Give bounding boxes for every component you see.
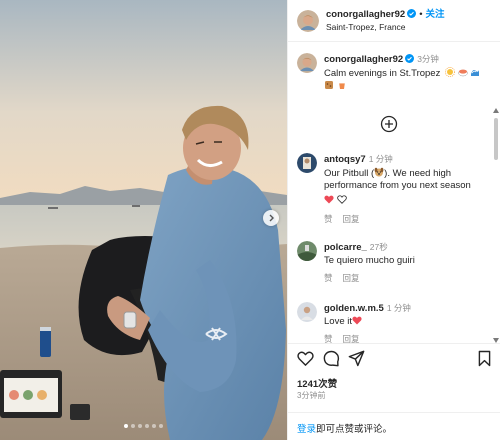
comment-body: polcarre_ 27秒 Te quiero mucho guiri 赞回复 bbox=[324, 241, 487, 285]
separator-dot: • bbox=[419, 8, 423, 20]
post-location[interactable]: Saint-Tropez, France bbox=[326, 21, 445, 34]
comment-like-button[interactable]: 赞 bbox=[324, 273, 333, 283]
comment-actions: 赞回复 bbox=[324, 272, 487, 285]
caption-body: conorgallagher92 3分钟 Calm evenings in St.… bbox=[324, 53, 487, 94]
post-action-bar bbox=[297, 350, 493, 368]
comment-username[interactable]: polcarre_ bbox=[324, 242, 367, 253]
like-heart-icon[interactable] bbox=[297, 350, 314, 367]
comment-reply-button[interactable]: 回复 bbox=[343, 214, 360, 224]
comment-reply-button[interactable]: 回复 bbox=[343, 273, 360, 283]
login-link[interactable]: 登录 bbox=[297, 424, 316, 435]
comment-like-button[interactable]: 赞 bbox=[324, 334, 333, 343]
sushi-icon bbox=[457, 69, 468, 76]
comment-time: 1 分钟 bbox=[386, 303, 411, 313]
login-prompt: 登录即可点赞或评论。 bbox=[288, 412, 500, 435]
post-photo[interactable] bbox=[0, 0, 287, 440]
author-avatar[interactable] bbox=[297, 9, 319, 32]
caption-avatar[interactable] bbox=[297, 53, 317, 73]
wave-icon bbox=[471, 69, 480, 76]
post-side-panel: conorgallagher92 • 关注 Saint-Tropez, France bbox=[287, 0, 500, 440]
red-heart-icon bbox=[324, 195, 334, 203]
carousel-dot[interactable] bbox=[124, 424, 128, 428]
beach-photo bbox=[0, 0, 287, 440]
dog-face-icon bbox=[374, 167, 384, 176]
comment-time: 27秒 bbox=[369, 242, 388, 252]
comment-item: golden.w.m.5 1 分钟 Love it 赞 回复 bbox=[297, 302, 487, 343]
follow-button[interactable]: 关注 bbox=[426, 9, 445, 20]
chevron-right-icon bbox=[269, 214, 274, 222]
author-avatar-image bbox=[297, 9, 319, 32]
comment-bubble-icon[interactable] bbox=[323, 350, 340, 367]
white-heart-icon bbox=[336, 194, 347, 204]
caption-username[interactable]: conorgallagher92 bbox=[324, 54, 403, 65]
comment-text: Love it bbox=[324, 315, 352, 327]
carousel-dot[interactable] bbox=[159, 424, 163, 428]
bookmark-icon[interactable] bbox=[476, 350, 493, 367]
comment-avatar-image bbox=[297, 241, 317, 261]
caption-verified-icon bbox=[405, 54, 415, 63]
comment-actions: 赞回复 bbox=[324, 213, 487, 226]
comment-text-part: Our Pitbull ( bbox=[324, 167, 375, 179]
comment-like-button[interactable]: 赞 bbox=[324, 214, 333, 224]
cookie-icon bbox=[325, 81, 333, 89]
caption-time: 3分钟 bbox=[417, 54, 439, 64]
comment-avatar[interactable] bbox=[297, 302, 317, 322]
comment-text: Te quiero mucho guiri bbox=[324, 254, 415, 266]
comment-reply-button[interactable]: 回复 bbox=[343, 334, 360, 343]
post-footer: 1241次赞 3分钟前 登录即可点赞或评论。 bbox=[288, 343, 500, 440]
load-more-comments-icon[interactable] bbox=[380, 115, 398, 133]
post-caption: conorgallagher92 3分钟 Calm evenings in St.… bbox=[297, 53, 487, 94]
carousel-dot[interactable] bbox=[138, 424, 142, 428]
carousel-indicator bbox=[0, 424, 287, 428]
comment-avatar-image bbox=[297, 153, 317, 173]
comment-username[interactable]: antoqsy7 bbox=[324, 154, 366, 165]
comment-body: antoqsy7 1 分钟 Our Pitbull (). We need hig… bbox=[324, 153, 487, 226]
comment-actions: 赞 回复 bbox=[324, 333, 487, 343]
carousel-dot[interactable] bbox=[152, 424, 156, 428]
share-paper-plane-icon[interactable] bbox=[348, 350, 365, 367]
login-prompt-text: 即可点赞或评论。 bbox=[316, 424, 393, 435]
comment-avatar-image bbox=[297, 302, 317, 322]
post-header-meta: conorgallagher92 • 关注 Saint-Tropez, France bbox=[326, 8, 445, 34]
instagram-post-modal: conorgallagher92 • 关注 Saint-Tropez, France bbox=[0, 0, 500, 440]
caption-avatar-image bbox=[297, 53, 317, 73]
sun-icon bbox=[444, 66, 455, 77]
comment-avatar[interactable] bbox=[297, 153, 317, 173]
comment-item: antoqsy7 1 分钟 Our Pitbull (). We need hig… bbox=[297, 153, 487, 226]
carousel-dot[interactable] bbox=[145, 424, 149, 428]
post-timestamp: 3分钟前 bbox=[297, 391, 326, 400]
drink-icon bbox=[338, 82, 345, 89]
scroll-up-arrow-icon[interactable] bbox=[493, 108, 499, 113]
post-header: conorgallagher92 • 关注 Saint-Tropez, France bbox=[288, 0, 500, 42]
red-heart-icon bbox=[352, 316, 362, 324]
comment-avatar[interactable] bbox=[297, 241, 317, 261]
next-photo-button[interactable] bbox=[263, 210, 279, 226]
caption-text: Calm evenings in St.Tropez bbox=[324, 67, 441, 79]
comments-list[interactable]: conorgallagher92 3分钟 Calm evenings in St.… bbox=[288, 43, 493, 343]
carousel-dot[interactable] bbox=[131, 424, 135, 428]
comments-scrollbar[interactable] bbox=[494, 118, 498, 160]
comment-time: 1 分钟 bbox=[368, 154, 393, 164]
comment-body: golden.w.m.5 1 分钟 Love it 赞 回复 bbox=[324, 302, 487, 343]
comment-username[interactable]: golden.w.m.5 bbox=[324, 303, 384, 314]
comment-item: polcarre_ 27秒 Te quiero mucho guiri 赞回复 bbox=[297, 241, 487, 285]
verified-badge-icon bbox=[407, 8, 417, 18]
like-count[interactable]: 1241次赞 bbox=[297, 376, 337, 390]
author-username[interactable]: conorgallagher92 bbox=[326, 9, 405, 20]
